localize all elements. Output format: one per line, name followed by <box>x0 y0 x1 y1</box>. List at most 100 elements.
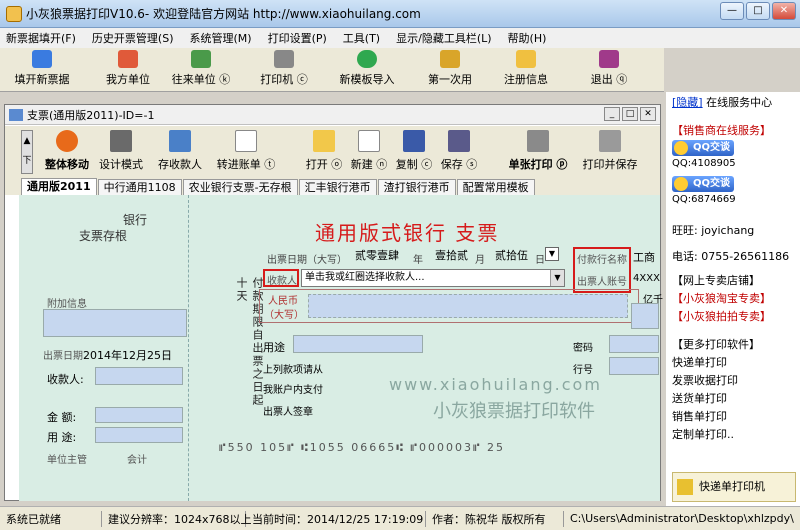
new-ticket-button[interactable]: 填开新票据 <box>10 50 74 90</box>
tab-general-2011[interactable]: 通用版2011 <box>21 178 97 195</box>
document-window: 支票(通用版2011)-ID=-1 _ □ ✕ ▲ 下 整体移动 设计模式 存收款… <box>4 104 663 501</box>
doc-close-button[interactable]: ✕ <box>640 107 656 121</box>
my-unit-button[interactable]: 我方单位 <box>98 50 158 90</box>
tab-config-templates[interactable]: 配置常用模板 <box>456 179 535 195</box>
move-all-button[interactable]: 整体移动 <box>39 130 95 174</box>
row-number-label: 行号 <box>573 365 593 376</box>
stub-payee-field[interactable] <box>95 367 183 385</box>
design-mode-button[interactable]: 设计模式 <box>95 130 147 174</box>
amount-digits-field[interactable] <box>631 303 659 329</box>
date-day-unit: 日 <box>535 255 545 266</box>
usage-field[interactable] <box>293 335 423 353</box>
menu-help[interactable]: 帮助(H) <box>508 30 547 46</box>
qq-chat-button-2[interactable]: QQ交谈 <box>672 176 734 192</box>
print-save-icon <box>599 130 621 152</box>
online-center-title: 在线服务中心 <box>706 96 773 109</box>
printer-button[interactable]: 打印机 ⓒ <box>254 50 314 90</box>
maximize-button[interactable]: □ <box>746 2 770 20</box>
minimize-button[interactable]: — <box>720 2 744 20</box>
partner-unit-button[interactable]: 往来单位 ⓚ <box>166 50 236 90</box>
blank-doc-icon <box>235 130 257 152</box>
doc-minimize-button[interactable]: _ <box>604 107 620 121</box>
folder-icon <box>313 130 335 152</box>
stub-usage-field[interactable] <box>95 427 183 443</box>
stub-extra-field[interactable] <box>43 309 187 337</box>
qq-chat-button-1[interactable]: QQ交谈 <box>672 140 734 156</box>
single-print-button[interactable]: 单张打印 ⓟ <box>503 130 573 174</box>
menu-history[interactable]: 历史开票管理(S) <box>92 30 174 46</box>
new-ticket-icon <box>32 50 52 68</box>
cheque-canvas: 银行 支票存根 附加信息 出票日期2014年12月25日 收款人: 金 额: 用… <box>19 195 663 501</box>
tab-sc-hkd[interactable]: 渣打银行港币 <box>377 179 456 195</box>
taobao-shop-link[interactable]: 【小灰狼淘宝专卖】 <box>672 290 771 306</box>
my-unit-icon <box>118 50 138 68</box>
copy-icon <box>403 130 425 152</box>
first-use-button[interactable]: 第一次用 <box>424 50 476 90</box>
tab-abc-cheque[interactable]: 农业银行支票-无存根 <box>182 179 298 195</box>
stub-usage-label: 用 途: <box>47 431 77 444</box>
hide-panel-link[interactable]: [隐藏] <box>672 96 703 109</box>
copy-button[interactable]: 复制 ⓒ <box>393 130 435 174</box>
first-use-icon <box>440 50 460 68</box>
software-link-express[interactable]: 快递单打印 <box>672 354 727 370</box>
payee-select[interactable]: 单击我或红圈选择收款人... ▼ <box>301 269 565 287</box>
status-resolution: 建议分辨率：1024x768以上 <box>102 510 252 527</box>
software-link-sales[interactable]: 销售单打印 <box>672 408 727 424</box>
service-panel: [隐藏] 在线服务中心 【销售商在线服务】 QQ交谈 QQ:4108905 QQ… <box>666 92 800 530</box>
printer-icon <box>274 50 294 68</box>
payee-label: 收款人 <box>267 276 297 287</box>
menu-toggle-toolbar[interactable]: 显示/隐藏工具栏(L) <box>396 30 491 46</box>
document-title: 支票(通用版2011)-ID=-1 <box>27 108 155 122</box>
menu-new-ticket[interactable]: 新票据填开(F) <box>6 30 76 46</box>
menu-tools[interactable]: 工具(T) <box>343 30 380 46</box>
menu-system[interactable]: 系统管理(M) <box>190 30 252 46</box>
date-month: 壹拾贰 <box>435 249 468 262</box>
usage-label: 用途 <box>263 341 285 354</box>
print-save-button[interactable]: 打印并保存 <box>579 130 641 174</box>
import-template-button[interactable]: 新模板导入 <box>334 50 400 90</box>
password-field[interactable] <box>609 335 659 353</box>
document-toolbar: ▲ 下 整体移动 设计模式 存收款人 转进账单 ⓣ 打开 ⓞ 新建 ⓝ 复制 ⓒ … <box>5 126 660 178</box>
payer-bank-value: 工商 <box>633 251 655 264</box>
new-button[interactable]: 新建 ⓝ <box>347 130 391 174</box>
date-day: 贰拾伍 <box>495 249 528 262</box>
paipai-shop-link[interactable]: 【小灰狼拍拍专卖】 <box>672 308 771 324</box>
date-year-unit: 年 <box>413 255 423 266</box>
cheque-title: 通用版式银行 支票 <box>315 221 500 245</box>
status-bar: 系统已就绪 建议分辨率：1024x768以上 当前时间：2014/12/25 1… <box>0 506 800 530</box>
stub-amount-field[interactable] <box>95 407 183 423</box>
row-number-field[interactable] <box>609 357 659 375</box>
cheque-stub: 银行 支票存根 附加信息 出票日期2014年12月25日 收款人: 金 额: 用… <box>19 195 189 501</box>
stub-payee-label: 收款人: <box>47 373 84 386</box>
software-link-delivery[interactable]: 送货单打印 <box>672 390 727 406</box>
collapse-toggle[interactable]: ▲ 下 <box>21 130 33 174</box>
express-printer-banner[interactable]: 快递单打印机 <box>672 472 796 502</box>
open-button[interactable]: 打开 ⓞ <box>303 130 345 174</box>
exit-button[interactable]: 退出 ⓠ <box>582 50 636 90</box>
software-link-custom[interactable]: 定制单打印.. <box>672 426 734 442</box>
template-tabs: 通用版2011 中行通用1108 农业银行支票-无存根 汇丰银行港币 渣打银行港… <box>5 178 660 195</box>
software-link-invoice[interactable]: 发票收据打印 <box>672 372 738 388</box>
partner-icon <box>191 50 211 68</box>
wangwang-id: 旺旺: joyichang <box>672 224 755 237</box>
doc-maximize-button[interactable]: □ <box>622 107 638 121</box>
shop-title: 【网上专卖店铺】 <box>672 274 760 287</box>
stub-bank: 银行 <box>123 213 148 227</box>
window-title: 小灰狼票据打印V10.6- 欢迎登陆官方网站 http://www.xiaohu… <box>26 7 421 21</box>
tab-boc-1108[interactable]: 中行通用1108 <box>97 179 182 195</box>
save-payee-button[interactable]: 存收款人 <box>155 130 205 174</box>
date-picker-button[interactable]: ▼ <box>545 247 559 261</box>
transfer-slip-button[interactable]: 转进账单 ⓣ <box>211 130 281 174</box>
close-button[interactable]: ✕ <box>772 2 796 20</box>
app-icon <box>6 5 22 22</box>
register-button[interactable]: 注册信息 <box>500 50 552 90</box>
stub-date: 出票日期2014年12月25日 <box>43 349 172 362</box>
amount-words-field[interactable] <box>308 294 628 318</box>
stub-extra-label: 附加信息 <box>47 299 87 310</box>
save-button[interactable]: 保存 ⓢ <box>437 130 481 174</box>
menu-print-settings[interactable]: 打印设置(P) <box>268 30 327 46</box>
tab-hsbc-hkd[interactable]: 汇丰银行港币 <box>298 179 377 195</box>
stub-accountant-label: 会计 <box>127 455 147 466</box>
contacts-icon <box>169 130 191 152</box>
document-icon <box>9 108 23 121</box>
